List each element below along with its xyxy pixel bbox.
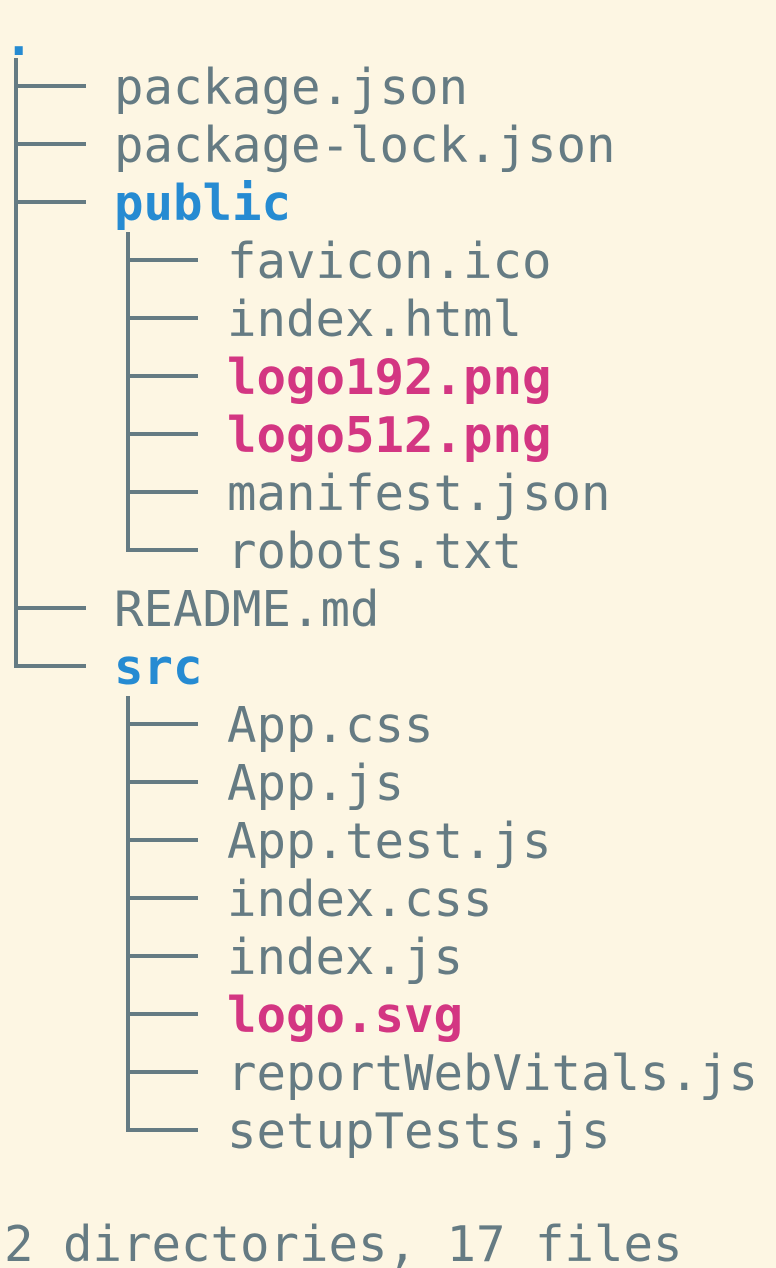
- file-tree: . package.json package-lock.json public …: [0, 0, 776, 1268]
- tree-branch: [126, 780, 198, 784]
- tree-item-file[interactable]: README.md: [114, 581, 380, 639]
- tree-item-file[interactable]: index.css: [227, 871, 493, 929]
- tree-item-file[interactable]: package.json: [114, 59, 468, 117]
- tree-branch: [14, 664, 86, 668]
- tree-branch: [14, 606, 86, 610]
- tree-branch: [126, 258, 198, 262]
- tree-item-file[interactable]: index.html: [227, 291, 522, 349]
- tree-branch: [126, 316, 198, 320]
- tree-connector-public: [126, 232, 130, 550]
- tree-item-file[interactable]: App.js: [227, 755, 404, 813]
- tree-branch: [126, 954, 198, 958]
- tree-branch: [126, 432, 198, 436]
- tree-branch: [126, 896, 198, 900]
- tree-branch: [14, 84, 86, 88]
- tree-summary: 2 directories, 17 files: [4, 1216, 683, 1268]
- tree-item-file[interactable]: setupTests.js: [227, 1103, 611, 1161]
- tree-branch: [126, 1128, 198, 1132]
- tree-root: .: [4, 10, 34, 67]
- tree-item-directory[interactable]: src: [114, 639, 203, 697]
- tree-item-file[interactable]: manifest.json: [227, 465, 611, 523]
- tree-branch: [126, 1070, 198, 1074]
- tree-branch: [126, 838, 198, 842]
- tree-branch: [14, 142, 86, 146]
- tree-connector-src: [126, 696, 130, 1130]
- tree-branch: [126, 374, 198, 378]
- tree-branch: [126, 548, 198, 552]
- tree-branch: [126, 1012, 198, 1016]
- tree-branch: [126, 490, 198, 494]
- tree-item-directory[interactable]: public: [114, 175, 291, 233]
- tree-item-file[interactable]: package-lock.json: [114, 117, 616, 175]
- tree-item-file[interactable]: App.css: [227, 697, 434, 755]
- tree-item-file[interactable]: robots.txt: [227, 523, 522, 581]
- tree-item-file[interactable]: favicon.ico: [227, 233, 552, 291]
- tree-item-file[interactable]: App.test.js: [227, 813, 552, 871]
- tree-connector-root: [14, 58, 18, 666]
- tree-item-image[interactable]: logo.svg: [227, 987, 463, 1045]
- tree-item-image[interactable]: logo512.png: [227, 407, 552, 465]
- tree-item-image[interactable]: logo192.png: [227, 349, 552, 407]
- tree-item-file[interactable]: index.js: [227, 929, 463, 987]
- tree-branch: [14, 200, 86, 204]
- tree-branch: [126, 722, 198, 726]
- tree-item-file[interactable]: reportWebVitals.js: [227, 1045, 758, 1103]
